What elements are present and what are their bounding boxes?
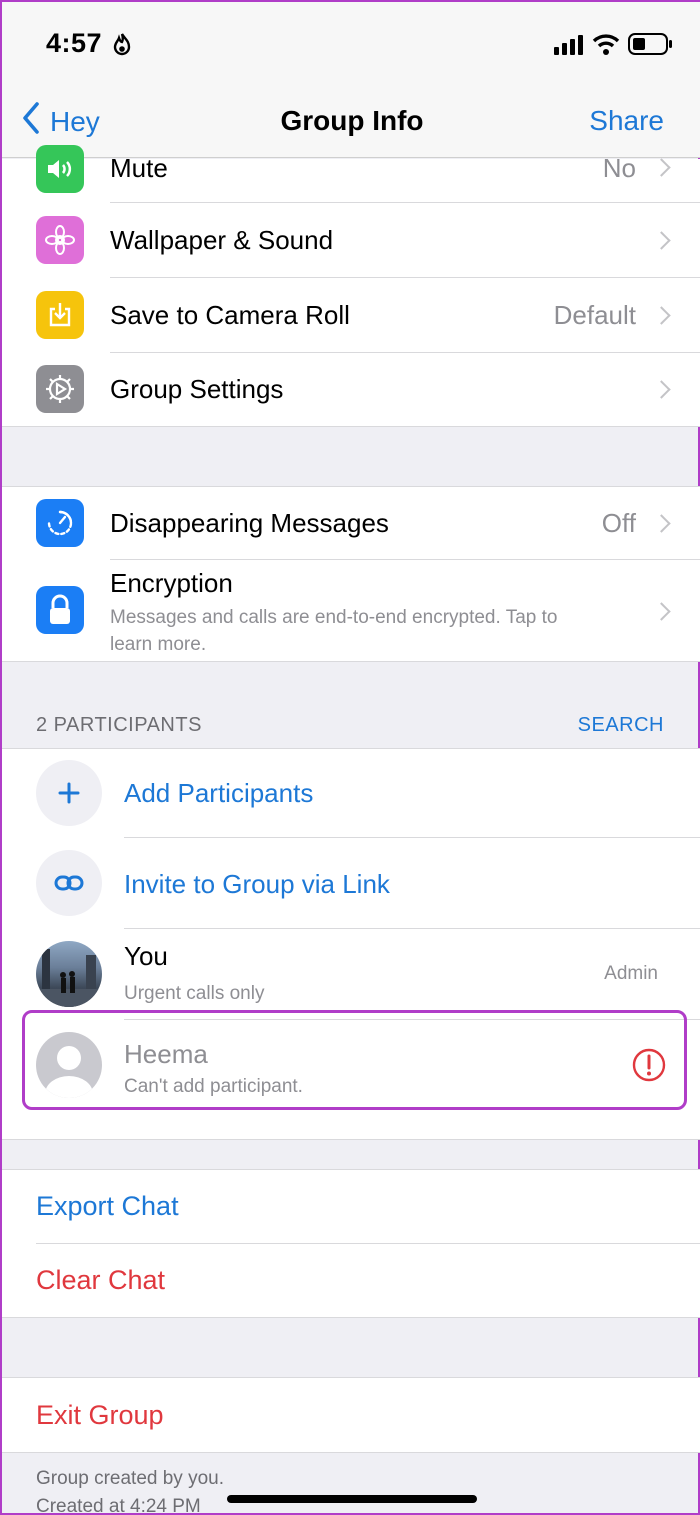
encryption-row[interactable]: Encryption Messages and calls are end-to… xyxy=(2,560,700,661)
battery-icon xyxy=(628,33,674,60)
encryption-label: Encryption xyxy=(110,568,233,598)
chevron-right-icon xyxy=(652,514,671,533)
encryption-description: Messages and calls are end-to-end encryp… xyxy=(110,604,557,658)
wallpaper-label: Wallpaper & Sound xyxy=(110,225,334,255)
chevron-right-icon xyxy=(652,158,671,177)
participants-header: 2 PARTICIPANTS xyxy=(36,714,202,736)
highlight-frame xyxy=(22,1010,687,1110)
group-settings-row[interactable]: Group Settings xyxy=(2,353,700,426)
exit-group-section: Exit Group xyxy=(2,1378,700,1452)
mute-label: Mute xyxy=(110,153,168,183)
participant-status: Urgent calls only xyxy=(124,983,265,1004)
save-camera-roll-row[interactable]: Save to Camera Roll Default xyxy=(2,278,700,352)
speaker-icon xyxy=(36,145,84,193)
save-camera-roll-value: Default xyxy=(553,300,636,330)
group-created-note: Group created by you. xyxy=(36,1468,224,1489)
flower-icon xyxy=(36,216,84,264)
flame-icon xyxy=(112,32,132,61)
disappearing-messages-row[interactable]: Disappearing Messages Off xyxy=(2,487,700,559)
privacy-section: Disappearing Messages Off Encryption Mes… xyxy=(2,487,700,661)
admin-badge: Admin xyxy=(604,963,658,984)
status-time: 4:57 xyxy=(46,28,103,58)
divider xyxy=(2,661,700,662)
disappearing-messages-label: Disappearing Messages xyxy=(110,508,389,538)
export-chat-row[interactable]: Export Chat xyxy=(2,1170,700,1243)
divider xyxy=(2,1139,700,1140)
link-icon xyxy=(36,850,102,916)
encryption-description-line: Messages and calls are end-to-end encryp… xyxy=(110,607,558,628)
chevron-right-icon xyxy=(652,231,671,250)
group-created-time: Created at 4:24 PM xyxy=(36,1496,201,1515)
avatar xyxy=(36,941,102,1007)
divider xyxy=(2,1317,700,1318)
group-settings-label: Group Settings xyxy=(110,374,284,404)
share-button[interactable]: Share xyxy=(589,105,664,137)
chevron-right-icon xyxy=(652,380,671,399)
wifi-icon xyxy=(592,33,620,60)
gear-icon xyxy=(36,365,84,413)
search-participants-button[interactable]: SEARCH xyxy=(578,714,664,737)
clear-chat-button[interactable]: Clear Chat xyxy=(36,1265,165,1296)
clear-chat-row[interactable]: Clear Chat xyxy=(2,1244,700,1317)
add-participants-label: Add Participants xyxy=(124,778,314,808)
download-icon xyxy=(36,291,84,339)
timer-icon xyxy=(36,499,84,547)
invite-via-link-label: Invite to Group via Link xyxy=(124,869,390,899)
home-indicator xyxy=(227,1495,477,1503)
chevron-right-icon xyxy=(652,306,671,325)
add-participants-row[interactable]: Add Participants xyxy=(2,749,700,837)
wallpaper-row[interactable]: Wallpaper & Sound xyxy=(2,203,700,277)
save-camera-roll-label: Save to Camera Roll xyxy=(110,300,350,330)
invite-via-link-row[interactable]: Invite to Group via Link xyxy=(2,838,700,928)
mute-row[interactable]: Mute No xyxy=(2,145,700,202)
chat-actions-section: Export Chat Clear Chat xyxy=(2,1170,700,1317)
divider xyxy=(2,426,700,427)
exit-group-button[interactable]: Exit Group xyxy=(36,1400,164,1431)
settings-section: Mute No Wallpaper & Sound Save to Camera… xyxy=(2,145,700,426)
cellular-signal-icon xyxy=(554,35,584,60)
plus-icon xyxy=(36,760,102,826)
disappearing-messages-value: Off xyxy=(601,508,636,538)
encryption-description-line: learn more. xyxy=(110,634,207,655)
lock-icon xyxy=(36,586,84,634)
participant-row[interactable]: You Urgent calls only Admin xyxy=(2,929,700,1019)
divider xyxy=(2,1452,700,1453)
export-chat-button[interactable]: Export Chat xyxy=(36,1191,179,1222)
chevron-right-icon xyxy=(652,602,671,621)
mute-value: No xyxy=(602,153,636,183)
participant-name: You xyxy=(124,941,168,971)
